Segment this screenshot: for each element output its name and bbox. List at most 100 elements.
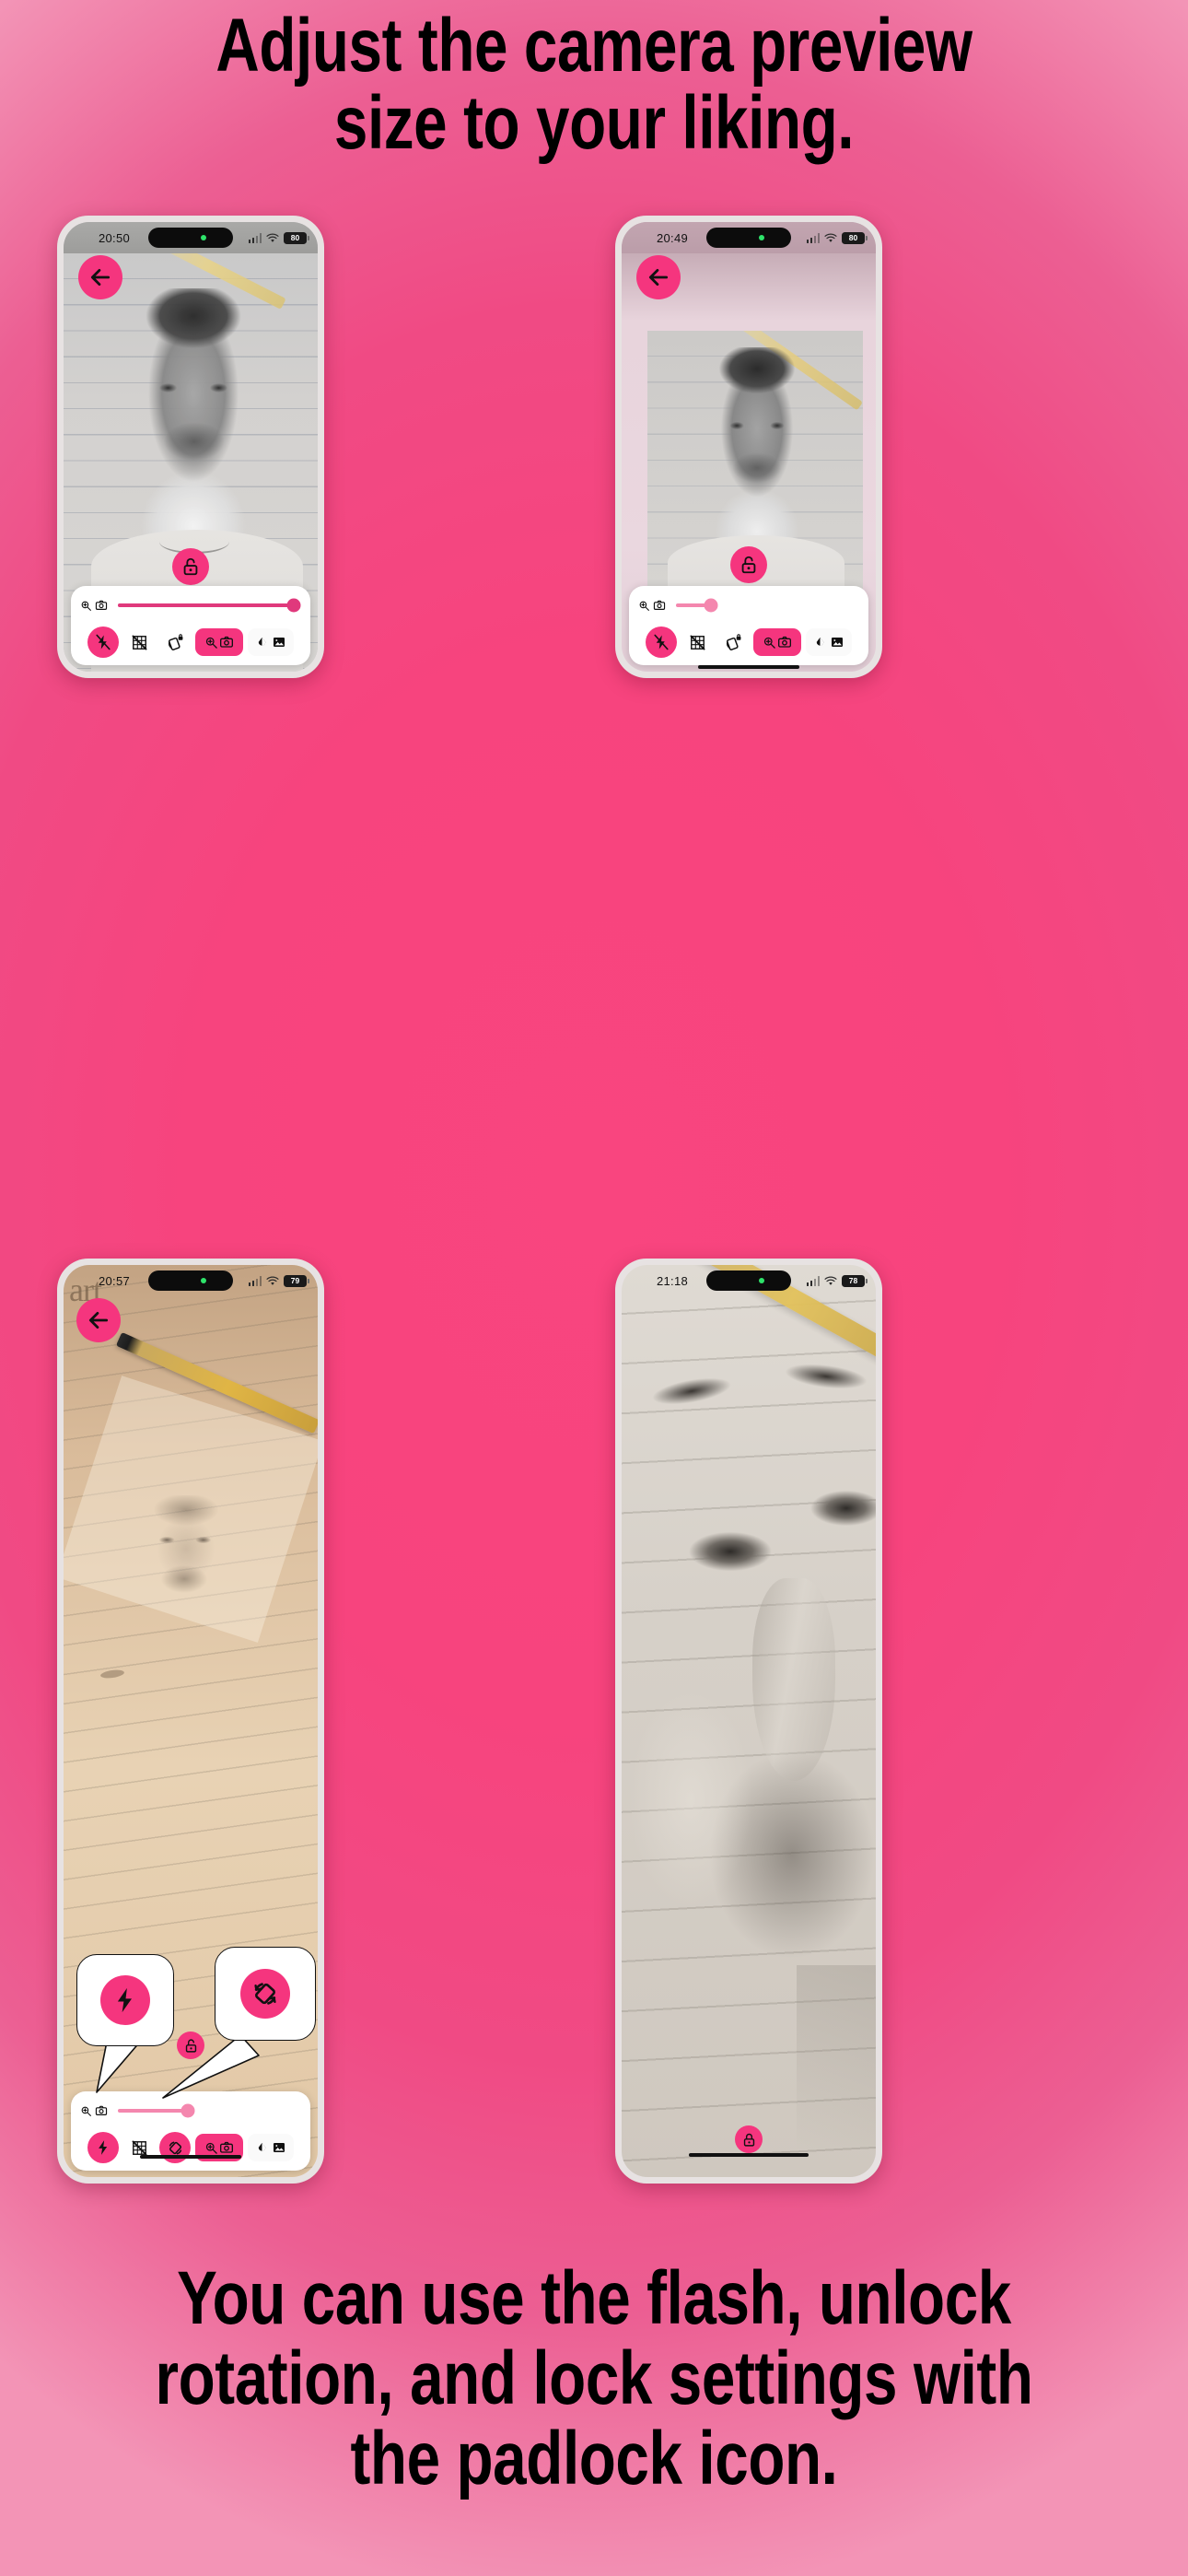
opacity-gallery-button-1[interactable] [248,628,294,656]
zoom-icon [205,2142,217,2154]
rotation-unlock-icon [254,1983,276,2005]
preview-size-slider-row-1 [80,595,301,615]
preview-size-button-1[interactable] [195,628,243,656]
status-time: 20:50 [99,230,131,245]
unlock-button-2[interactable] [730,546,767,583]
camera-preview-4 [622,1265,876,2177]
phone-mockup-3: 20:57 79 art [57,1259,324,2184]
home-indicator-4 [689,2153,809,2157]
phone-4-screen: 21:18 78 [622,1265,876,2177]
signal-icon [248,232,262,243]
preview-size-slider-3[interactable] [118,2103,294,2118]
portrait-eyes-1 [148,382,239,393]
signal-icon [806,232,820,243]
back-button-2[interactable] [636,255,681,299]
unlock-icon [741,556,756,574]
unlock-icon [183,557,198,576]
zoom-eye-left-4 [675,1523,786,1580]
dynamic-island-3 [148,1270,233,1291]
headline: Adjust the camera preview size to your l… [119,7,1069,161]
wifi-icon [824,1275,837,1285]
camera-icon [220,2141,233,2153]
toolbar-panel-2 [629,586,868,665]
headline-line-1: Adjust the camera preview [215,4,973,88]
toolbar-panel-1 [71,586,310,665]
gallery-icon [274,638,285,647]
lock-button-4[interactable] [735,2125,763,2153]
zoom-hairline-4 [797,1965,876,2149]
toolbar-icons-1 [80,626,301,658]
rotation-lock-icon [168,633,182,650]
preview-size-button-2[interactable] [753,628,801,656]
toolbar-icons-2 [638,626,859,658]
zoom-camera-icon [80,599,108,612]
phone-3-screen: 20:57 79 art [64,1265,318,2177]
zoom-icon [205,637,217,649]
zoom-icon [763,637,775,649]
home-indicator-3 [140,2155,241,2159]
flash-on-icon [99,2140,108,2155]
grid-off-button-2[interactable] [681,628,713,656]
opacity-gallery-button-3[interactable] [248,2134,294,2161]
flash-off-icon [654,634,669,650]
back-arrow-icon [648,269,669,286]
back-button-1[interactable] [78,255,122,299]
rotation-unlock-icon [169,2141,181,2154]
phone-mockup-1: 20:50 80 [57,216,324,678]
flash-off-button-1[interactable] [87,626,119,658]
wifi-icon [266,232,279,242]
zoom-camera-icon [80,2104,108,2117]
opacity-gallery-button-2[interactable] [806,628,852,656]
sketch-eyes-3 [150,1536,220,1544]
sketch-beard-3 [152,1562,216,1600]
phone-1-screen: 20:50 80 [64,222,318,672]
battery-indicator: 80 [842,231,868,244]
rotation-lock-button-1[interactable] [159,628,191,656]
battery-indicator: 78 [842,1274,868,1287]
preview-size-slider-row-2 [638,595,859,615]
wifi-icon [824,232,837,242]
signal-icon [248,1275,262,1286]
zoom-camera-icon [638,599,666,612]
grid-off-button-1[interactable] [123,628,155,656]
portrait-eyes-2 [721,421,793,430]
flash-on-icon [117,1987,132,2013]
flash-callout [76,1954,174,2046]
opacity-icon [816,637,824,646]
flash-on-button-3[interactable] [87,2132,119,2163]
rotation-callout-tail [162,2035,260,2099]
wifi-icon [266,1275,279,1285]
phone-mockup-2: 20:49 80 [615,216,882,678]
rotation-callout-badge [240,1969,290,2019]
portrait-beard-1 [152,417,237,471]
rotation-callout [215,1947,316,2041]
dynamic-island-2 [706,228,791,248]
rotation-lock-button-2[interactable] [717,628,749,656]
footer-caption: You can use the flash, unlock rotation, … [119,2258,1069,2500]
back-arrow-icon [88,1312,109,1329]
phone-mockup-4: 21:18 78 [615,1259,882,2184]
preview-size-slider-1[interactable] [118,598,301,613]
headline-line-2: size to your liking. [333,80,855,165]
opacity-icon [258,2142,266,2151]
signal-icon [806,1275,820,1286]
unlock-button-1[interactable] [172,548,209,585]
back-button-3[interactable] [76,1298,121,1342]
camera-icon [220,636,233,648]
grid-off-icon [132,635,146,650]
dynamic-island-4 [706,1270,791,1291]
gallery-icon [832,638,843,647]
status-time: 21:18 [657,1273,689,1288]
battery-indicator: 80 [284,231,309,244]
preview-size-slider-row-3 [80,2101,301,2121]
flash-callout-badge [100,1975,150,2025]
opacity-icon [258,637,266,646]
status-time: 20:57 [99,1273,131,1288]
portrait-beard-2 [723,449,791,491]
preview-size-slider-2[interactable] [676,598,852,613]
back-arrow-icon [90,269,111,286]
grid-off-icon [690,635,705,650]
camera-icon [778,636,791,648]
home-indicator-2 [698,665,799,669]
flash-off-button-2[interactable] [646,626,677,658]
